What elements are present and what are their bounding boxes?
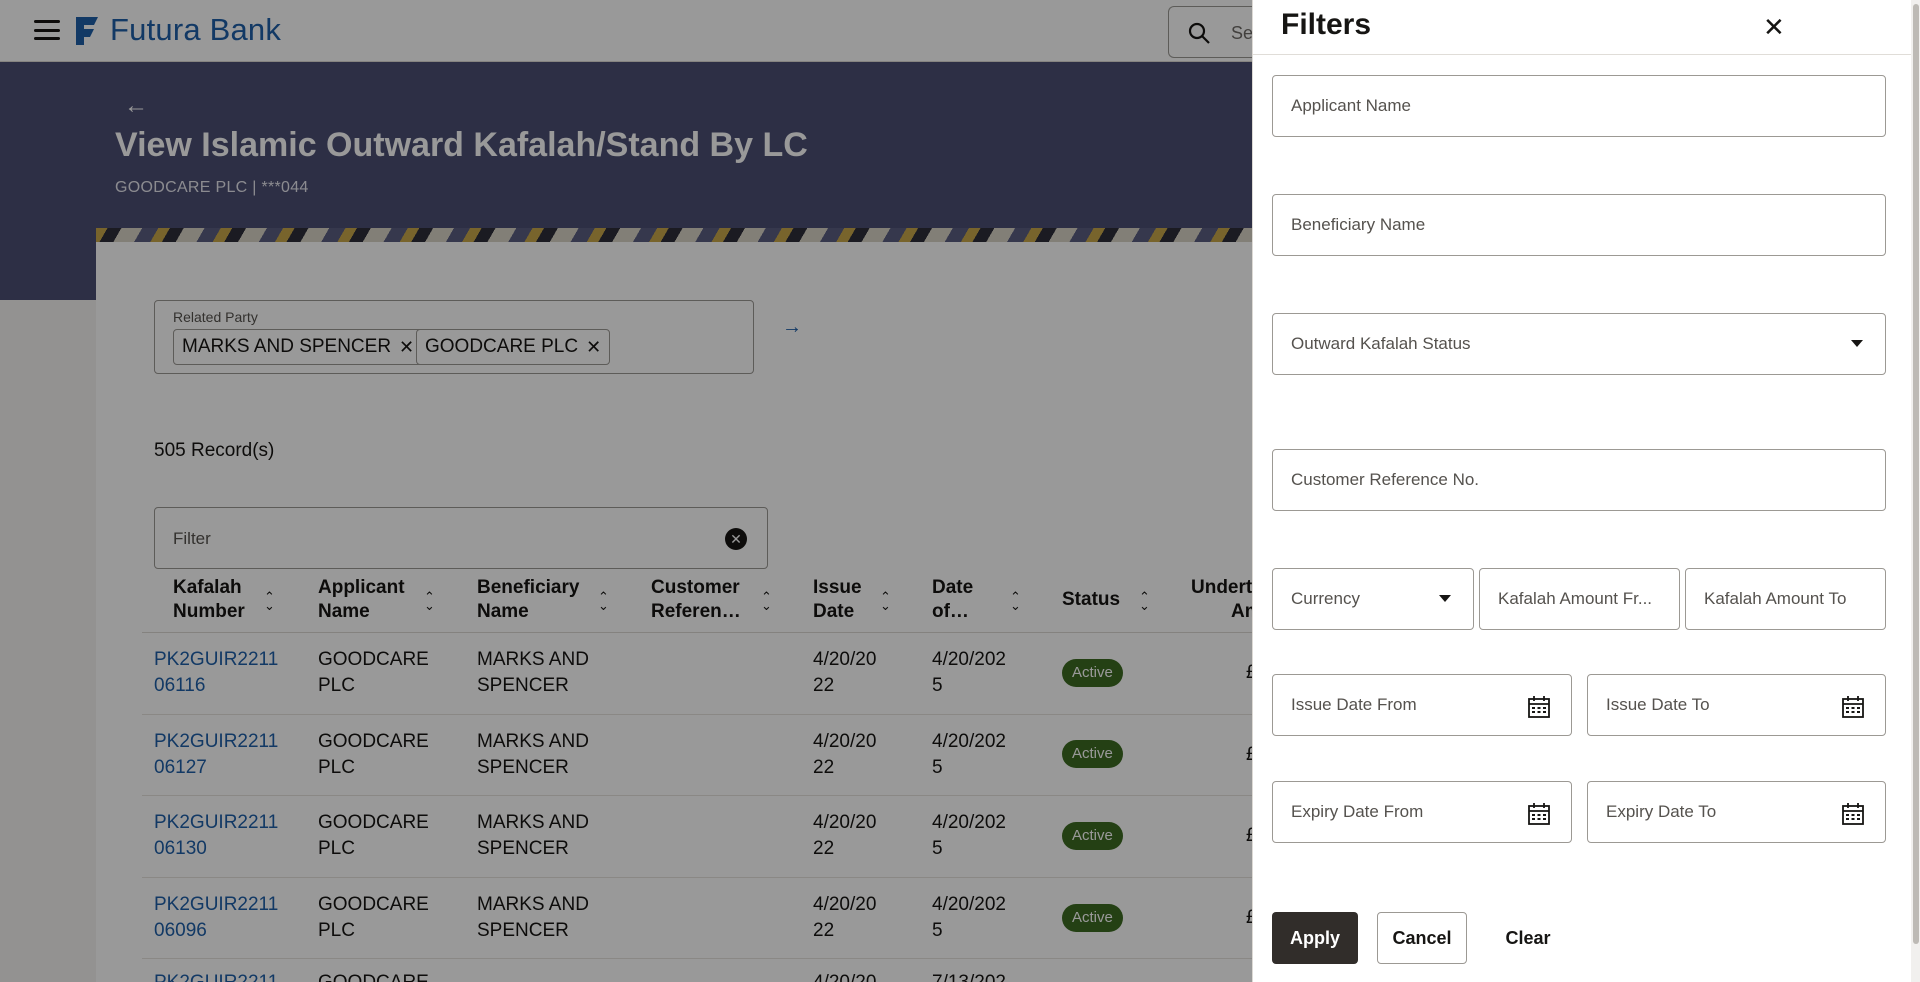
field-label: Beneficiary Name (1291, 215, 1426, 234)
field-label: Expiry Date To (1606, 802, 1717, 821)
amount-from-field[interactable]: Kafalah Amount Fr... (1479, 568, 1680, 630)
applicant-name-field[interactable]: Applicant Name (1272, 75, 1886, 137)
field-label: Customer Reference No. (1291, 470, 1480, 489)
close-icon[interactable]: ✕ (1763, 12, 1785, 43)
field-label: Issue Date To (1606, 695, 1710, 714)
calendar-icon[interactable] (1527, 802, 1551, 826)
field-label: Currency (1291, 589, 1360, 608)
modal-backdrop[interactable] (0, 0, 1252, 982)
field-label: Kafalah Amount To (1704, 589, 1847, 608)
calendar-icon[interactable] (1527, 695, 1551, 719)
filters-drawer: Filters ✕ Applicant Name Beneficiary Nam… (1252, 0, 1920, 982)
issue-date-to-field[interactable]: Issue Date To (1587, 674, 1886, 736)
cancel-button[interactable]: Cancel (1377, 912, 1467, 964)
currency-select[interactable]: Currency (1272, 568, 1474, 630)
expiry-date-from-field[interactable]: Expiry Date From (1272, 781, 1572, 843)
calendar-icon[interactable] (1841, 695, 1865, 719)
drawer-divider (1253, 54, 1920, 55)
customer-reference-field[interactable]: Customer Reference No. (1272, 449, 1886, 511)
scrollbar-thumb[interactable] (1913, 4, 1919, 944)
clear-button[interactable]: Clear (1493, 912, 1563, 964)
drawer-scrollbar[interactable] (1911, 0, 1920, 982)
chevron-down-icon (1851, 340, 1863, 347)
beneficiary-name-field[interactable]: Beneficiary Name (1272, 194, 1886, 256)
calendar-icon[interactable] (1841, 802, 1865, 826)
issue-date-from-field[interactable]: Issue Date From (1272, 674, 1572, 736)
chevron-down-icon (1439, 595, 1451, 602)
field-label: Applicant Name (1291, 96, 1412, 115)
field-label: Issue Date From (1291, 695, 1417, 714)
kafalah-status-select[interactable]: Outward Kafalah Status (1272, 313, 1886, 375)
apply-button[interactable]: Apply (1272, 912, 1358, 964)
field-label: Expiry Date From (1291, 802, 1424, 821)
expiry-date-to-field[interactable]: Expiry Date To (1587, 781, 1886, 843)
amount-to-field[interactable]: Kafalah Amount To (1685, 568, 1886, 630)
field-label: Kafalah Amount Fr... (1498, 589, 1653, 608)
drawer-title: Filters (1281, 8, 1372, 41)
field-label: Outward Kafalah Status (1291, 334, 1471, 353)
